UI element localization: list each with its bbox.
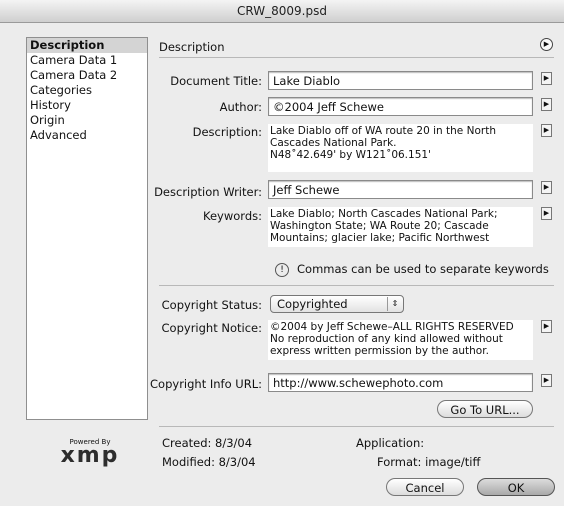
copyright-notice-label: Copyright Notice: bbox=[161, 321, 262, 335]
description-writer-label: Description Writer: bbox=[154, 185, 262, 199]
description-writer-menu-icon[interactable]: ▶ bbox=[541, 181, 552, 194]
copyright-notice-menu-icon[interactable]: ▶ bbox=[541, 320, 552, 333]
window-title: CRW_8009.psd bbox=[0, 0, 564, 23]
go-to-url-button[interactable]: Go To URL... bbox=[437, 400, 533, 418]
author-menu-icon[interactable]: ▶ bbox=[541, 98, 552, 111]
copyright-notice-field[interactable]: ©2004 by Jeff Schewe–ALL RIGHTS RESERVED… bbox=[268, 320, 533, 360]
description-writer-field[interactable]: Jeff Schewe bbox=[268, 180, 533, 199]
modified-value: 8/3/04 bbox=[218, 455, 256, 469]
document-title-label: Document Title: bbox=[170, 74, 262, 88]
keywords-menu-icon[interactable]: ▶ bbox=[541, 207, 552, 220]
application-label: Application: bbox=[356, 436, 425, 450]
keywords-line: Washington State; WA Route 20; Cascade bbox=[270, 220, 489, 232]
category-list[interactable]: Description Camera Data 1 Camera Data 2 … bbox=[26, 37, 148, 420]
copyright-status-select[interactable]: Copyrighted ⇕ bbox=[270, 295, 404, 313]
keywords-label: Keywords: bbox=[203, 209, 262, 223]
description-line: N48˚42.649' by W121˚06.151' bbox=[270, 149, 431, 161]
format-label: Format: bbox=[377, 455, 422, 469]
keywords-hint: ! Commas can be used to separate keywords bbox=[275, 262, 549, 277]
divider bbox=[159, 57, 554, 58]
sidebar-item-description[interactable]: Description bbox=[27, 38, 147, 53]
modified-info: Modified: 8/3/04 bbox=[162, 455, 256, 469]
info-icon: ! bbox=[275, 262, 289, 277]
ok-button[interactable]: OK bbox=[477, 478, 555, 496]
copyright-url-menu-icon[interactable]: ▶ bbox=[541, 374, 552, 387]
copyright-url-field[interactable]: http://www.schewephoto.com bbox=[268, 373, 533, 392]
document-title-field[interactable]: Lake Diablo bbox=[268, 71, 533, 90]
sidebar-item-camera-data-1[interactable]: Camera Data 1 bbox=[27, 53, 147, 68]
format-value: image/tiff bbox=[425, 455, 481, 469]
description-line: Lake Diablo off of WA route 20 in the No… bbox=[270, 125, 496, 137]
copyright-notice-line: express written permission by the author… bbox=[270, 345, 489, 357]
divider bbox=[159, 285, 554, 286]
modified-label: Modified: bbox=[162, 455, 215, 469]
created-label: Created: bbox=[162, 436, 212, 450]
format-info: Format: image/tiff bbox=[377, 455, 480, 469]
description-label: Description: bbox=[192, 125, 262, 139]
panel-options-icon[interactable]: ▶ bbox=[540, 38, 553, 51]
description-menu-icon[interactable]: ▶ bbox=[541, 124, 552, 137]
updown-arrows-icon: ⇕ bbox=[387, 297, 402, 311]
author-label: Author: bbox=[219, 100, 262, 114]
file-info-window: CRW_8009.psd Description Camera Data 1 C… bbox=[0, 0, 564, 506]
copyright-notice-line: ©2004 by Jeff Schewe–ALL RIGHTS RESERVED bbox=[270, 321, 514, 333]
cancel-button[interactable]: Cancel bbox=[386, 478, 464, 496]
application-info: Application: bbox=[356, 436, 424, 450]
created-value: 8/3/04 bbox=[215, 436, 253, 450]
copyright-status-label: Copyright Status: bbox=[161, 298, 262, 312]
description-line: Cascades National Park. bbox=[270, 137, 397, 149]
xmp-logo-text: xmp bbox=[60, 443, 120, 468]
keywords-line: Lake Diablo; North Cascades National Par… bbox=[270, 208, 498, 220]
panel-title: Description bbox=[159, 40, 225, 54]
author-field[interactable]: ©2004 Jeff Schewe bbox=[268, 97, 533, 116]
copyright-status-value: Copyrighted bbox=[277, 297, 348, 311]
keywords-hint-text: Commas can be used to separate keywords bbox=[297, 262, 549, 276]
description-field[interactable]: Lake Diablo off of WA route 20 in the No… bbox=[268, 124, 533, 172]
copyright-notice-line: No reproduction of any kind allowed with… bbox=[270, 333, 503, 345]
created-info: Created: 8/3/04 bbox=[162, 436, 252, 450]
keywords-field[interactable]: Lake Diablo; North Cascades National Par… bbox=[268, 207, 533, 247]
document-title-menu-icon[interactable]: ▶ bbox=[541, 72, 552, 85]
xmp-logo: Powered By xmp bbox=[60, 438, 120, 468]
keywords-line: Mountains; glacier lake; Pacific Northwe… bbox=[270, 232, 490, 244]
divider bbox=[159, 426, 554, 427]
copyright-url-label: Copyright Info URL: bbox=[150, 377, 262, 391]
